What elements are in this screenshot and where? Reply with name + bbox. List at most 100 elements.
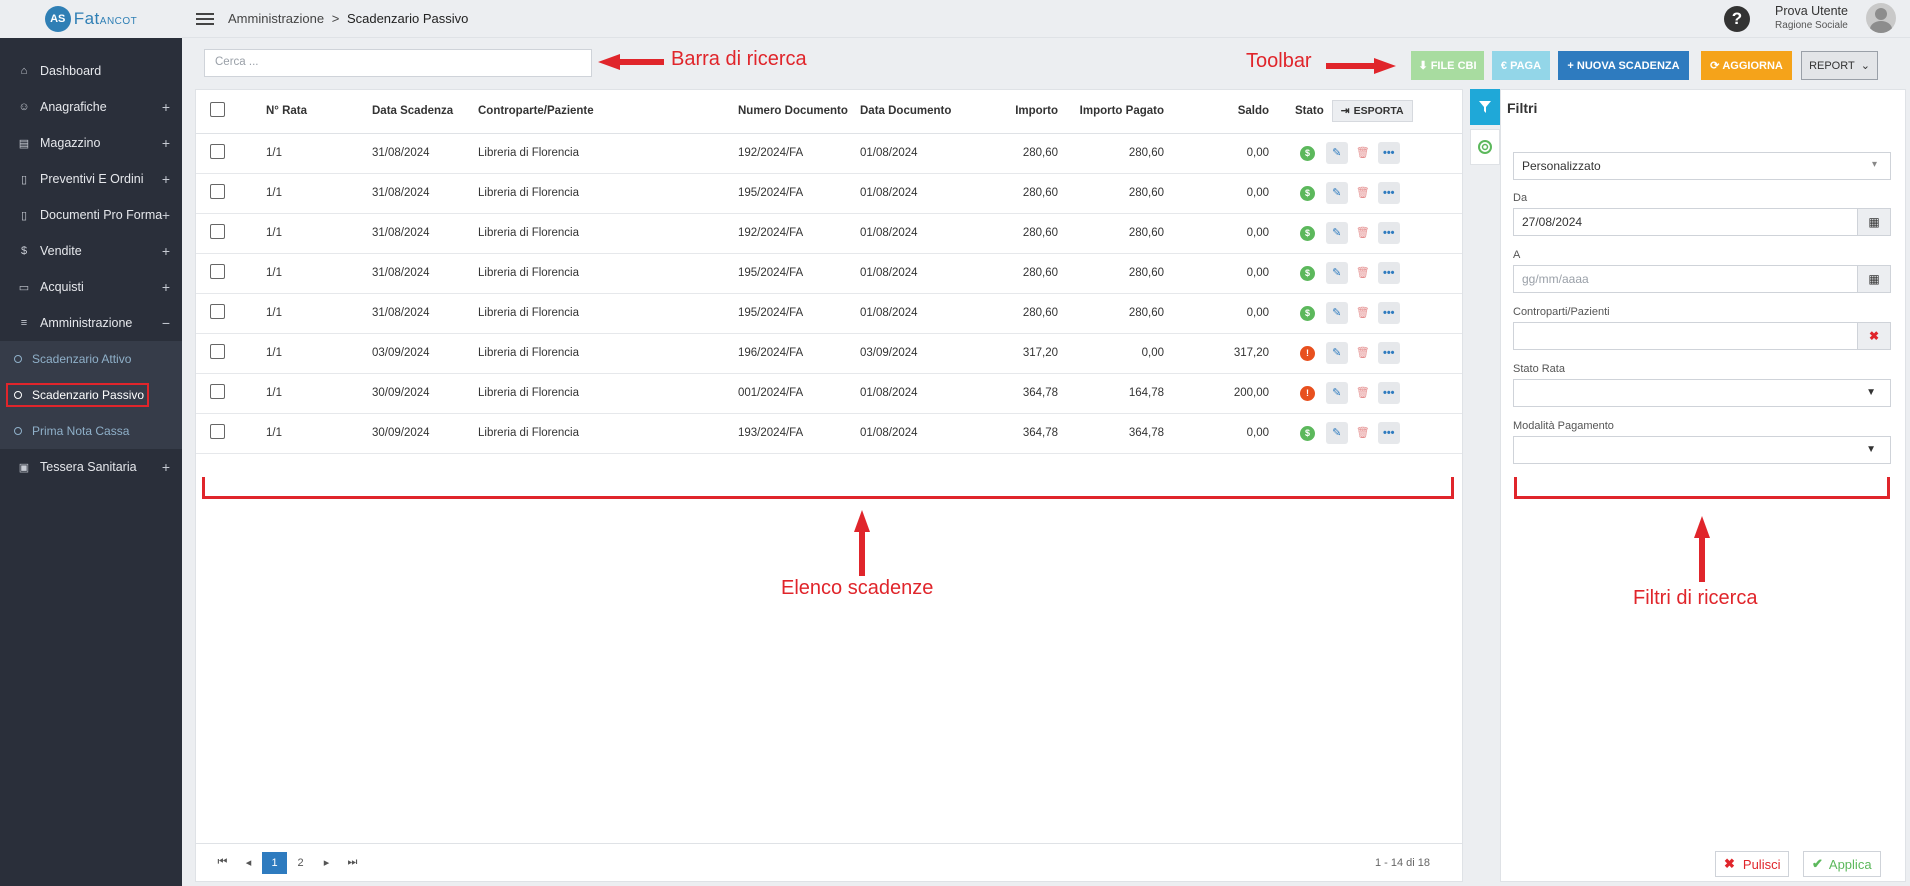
delete-icon[interactable]: 🗑 (1351, 181, 1374, 204)
sidebar-item[interactable]: ▣ Tessera Sanitaria + (0, 449, 182, 485)
expand-icon[interactable]: + (162, 243, 170, 259)
search-input[interactable]: Cerca ... (204, 49, 592, 77)
sidebar-item[interactable]: ▤ Magazzino + (0, 125, 182, 161)
table-row[interactable]: 1/1 31/08/2024 Libreria di Florencia 195/20… (196, 173, 1462, 214)
col-controparte[interactable]: Controparte/Paziente (478, 90, 738, 134)
col-saldo[interactable]: Saldo (1164, 90, 1269, 134)
sidebar-subitem[interactable]: Prima Nota Cassa (0, 413, 182, 449)
edit-icon[interactable]: ✎ (1325, 341, 1348, 364)
sidebar-item[interactable]: ⌂ Dashboard (0, 53, 182, 89)
row-checkbox[interactable] (210, 344, 225, 359)
stato-rata-select[interactable]: ▼ (1513, 379, 1891, 407)
col-importo-pagato[interactable]: Importo Pagato (1058, 90, 1164, 134)
more-icon[interactable]: ••• (1377, 302, 1400, 325)
col-importo[interactable]: Importo (1000, 90, 1058, 134)
more-icon[interactable]: ••• (1377, 222, 1400, 245)
sidebar-subitem[interactable]: Scadenzario Passivo (0, 377, 182, 413)
table-row[interactable]: 1/1 31/08/2024 Libreria di Florencia 195/20… (196, 293, 1462, 334)
applica-button[interactable]: ✔ Applica (1803, 851, 1881, 877)
esporta-button[interactable]: ⇥ ESPORTA (1331, 100, 1413, 123)
row-checkbox[interactable] (210, 184, 225, 199)
row-checkbox[interactable] (210, 384, 225, 399)
sidebar-item[interactable]: ≡ Amministrazione − (0, 305, 182, 341)
next-page-icon[interactable]: ▸ (314, 852, 339, 874)
page-1[interactable]: 1 (262, 851, 287, 874)
paga-button[interactable]: € PAGA (1492, 51, 1550, 80)
expand-icon[interactable]: + (162, 171, 170, 187)
edit-icon[interactable]: ✎ (1325, 181, 1348, 204)
edit-icon[interactable]: ✎ (1325, 261, 1348, 284)
table-row[interactable]: 1/1 31/08/2024 Libreria di Florencia 192/20… (196, 133, 1462, 174)
row-checkbox[interactable] (210, 224, 225, 239)
delete-icon[interactable]: 🗑 (1351, 221, 1374, 244)
a-date-field[interactable]: gg/mm/aaaa ▦ (1513, 265, 1891, 293)
table-row[interactable]: 1/1 30/09/2024 Libreria di Florencia 193/20… (196, 413, 1462, 454)
sidebar-item[interactable]: ▯ Preventivi E Ordini + (0, 161, 182, 197)
select-all-checkbox[interactable] (210, 101, 225, 117)
edit-icon[interactable]: ✎ (1325, 421, 1348, 444)
hamburger-menu-icon[interactable] (196, 10, 214, 28)
pulisci-button[interactable]: ✖ Pulisci (1715, 851, 1790, 877)
delete-icon[interactable]: 🗑 (1351, 421, 1374, 444)
clear-icon[interactable]: ✖ (1857, 322, 1891, 350)
edit-icon[interactable]: ✎ (1325, 301, 1348, 324)
period-select[interactable]: Personalizzato (1513, 152, 1891, 180)
controparti-field[interactable]: ✖ (1513, 322, 1891, 350)
col-numero-documento[interactable]: Numero Documento (738, 90, 860, 134)
expand-icon[interactable]: + (162, 99, 170, 115)
col-stato[interactable]: Stato (1269, 90, 1324, 134)
user-info[interactable]: Prova Utente Ragione Sociale (1775, 4, 1848, 31)
report-button[interactable]: REPORT ⌄ (1801, 51, 1878, 80)
sidebar-item[interactable]: ▭ Acquisti + (0, 269, 182, 305)
row-checkbox[interactable] (210, 424, 225, 439)
row-checkbox[interactable] (210, 264, 225, 279)
sidebar-item[interactable]: $ Vendite + (0, 233, 182, 269)
nuova-scadenza-button[interactable]: + NUOVA SCADENZA (1558, 51, 1689, 80)
first-page-icon[interactable]: ⏮ (210, 852, 235, 874)
more-icon[interactable]: ••• (1377, 382, 1400, 405)
sidebar-item[interactable]: ▯ Documenti Pro Forma + (0, 197, 182, 233)
calendar-icon[interactable]: ▦ (1857, 265, 1891, 293)
filter-tab-icon[interactable] (1470, 89, 1500, 125)
more-icon[interactable]: ••• (1377, 262, 1400, 285)
avatar[interactable] (1866, 3, 1896, 33)
breadcrumb-parent[interactable]: Amministrazione (228, 11, 324, 26)
help-icon[interactable]: ? (1724, 6, 1750, 32)
file-cbi-button[interactable]: ⬇ FILE CBI (1411, 51, 1484, 80)
da-date-field[interactable]: 27/08/2024 ▦ (1513, 208, 1891, 236)
delete-icon[interactable]: 🗑 (1351, 341, 1374, 364)
table-row[interactable]: 1/1 03/09/2024 Libreria di Florencia 196/20… (196, 333, 1462, 374)
sidebar-item[interactable]: ☺ Anagrafiche + (0, 89, 182, 125)
page-2[interactable]: 2 (288, 852, 313, 874)
expand-icon[interactable]: + (162, 459, 170, 475)
edit-icon[interactable]: ✎ (1325, 381, 1348, 404)
delete-icon[interactable]: 🗑 (1351, 141, 1374, 164)
row-checkbox[interactable] (210, 144, 225, 159)
more-icon[interactable]: ••• (1377, 422, 1400, 445)
prev-page-icon[interactable]: ◂ (236, 852, 261, 874)
aggiorna-button[interactable]: ⟳ AGGIORNA (1701, 51, 1792, 80)
table-row[interactable]: 1/1 31/08/2024 Libreria di Florencia 195/20… (196, 253, 1462, 294)
expand-icon[interactable]: + (162, 135, 170, 151)
table-row[interactable]: 1/1 30/09/2024 Libreria di Florencia 001/20… (196, 373, 1462, 414)
col-data-scadenza[interactable]: Data Scadenza (372, 90, 478, 134)
delete-icon[interactable]: 🗑 (1351, 301, 1374, 324)
edit-icon[interactable]: ✎ (1325, 221, 1348, 244)
expand-icon[interactable]: + (162, 207, 170, 223)
delete-icon[interactable]: 🗑 (1351, 261, 1374, 284)
row-checkbox[interactable] (210, 304, 225, 319)
more-icon[interactable]: ••• (1377, 182, 1400, 205)
calendar-icon[interactable]: ▦ (1857, 208, 1891, 236)
more-icon[interactable]: ••• (1377, 142, 1400, 165)
logo[interactable]: AS FatANCOT (0, 0, 182, 38)
table-row[interactable]: 1/1 31/08/2024 Libreria di Florencia 192/20… (196, 213, 1462, 254)
delete-icon[interactable]: 🗑 (1351, 381, 1374, 404)
last-page-icon[interactable]: ⏭ (340, 852, 365, 874)
col-rata[interactable]: N° Rata (266, 90, 372, 134)
expand-icon[interactable]: + (162, 279, 170, 295)
edit-icon[interactable]: ✎ (1325, 141, 1348, 164)
modalita-pagamento-select[interactable]: ▼ (1513, 436, 1891, 464)
collapse-icon[interactable]: − (162, 315, 170, 331)
more-icon[interactable]: ••• (1377, 342, 1400, 365)
col-data-documento[interactable]: Data Documento (860, 90, 1000, 134)
